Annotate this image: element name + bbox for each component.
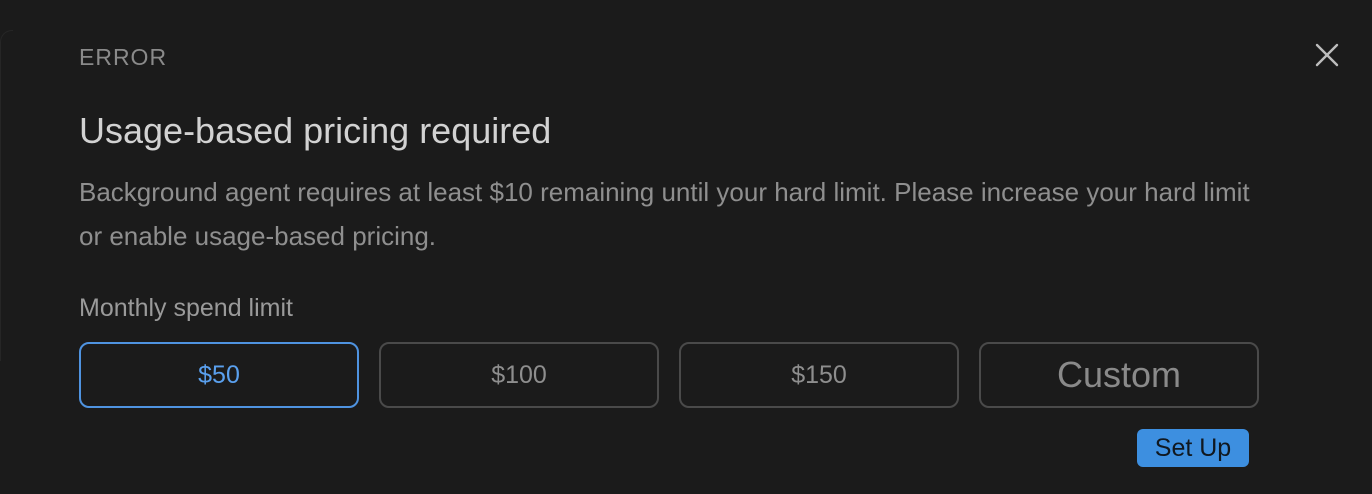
error-eyebrow: ERROR <box>79 44 168 70</box>
spend-option-50[interactable]: $50 <box>79 342 359 408</box>
close-button[interactable] <box>1310 38 1344 72</box>
dialog-title: Usage-based pricing required <box>79 110 552 151</box>
set-up-button[interactable]: Set Up <box>1137 429 1249 467</box>
spend-option-custom[interactable]: Custom <box>979 342 1259 408</box>
error-dialog: ERROR Usage-based pricing required Backg… <box>0 0 1372 494</box>
close-icon <box>1315 43 1339 67</box>
spend-option-150[interactable]: $150 <box>679 342 959 408</box>
monthly-spend-limit-label: Monthly spend limit <box>79 294 293 322</box>
spend-option-100[interactable]: $100 <box>379 342 659 408</box>
dialog-description: Background agent requires at least $10 r… <box>79 177 1250 251</box>
